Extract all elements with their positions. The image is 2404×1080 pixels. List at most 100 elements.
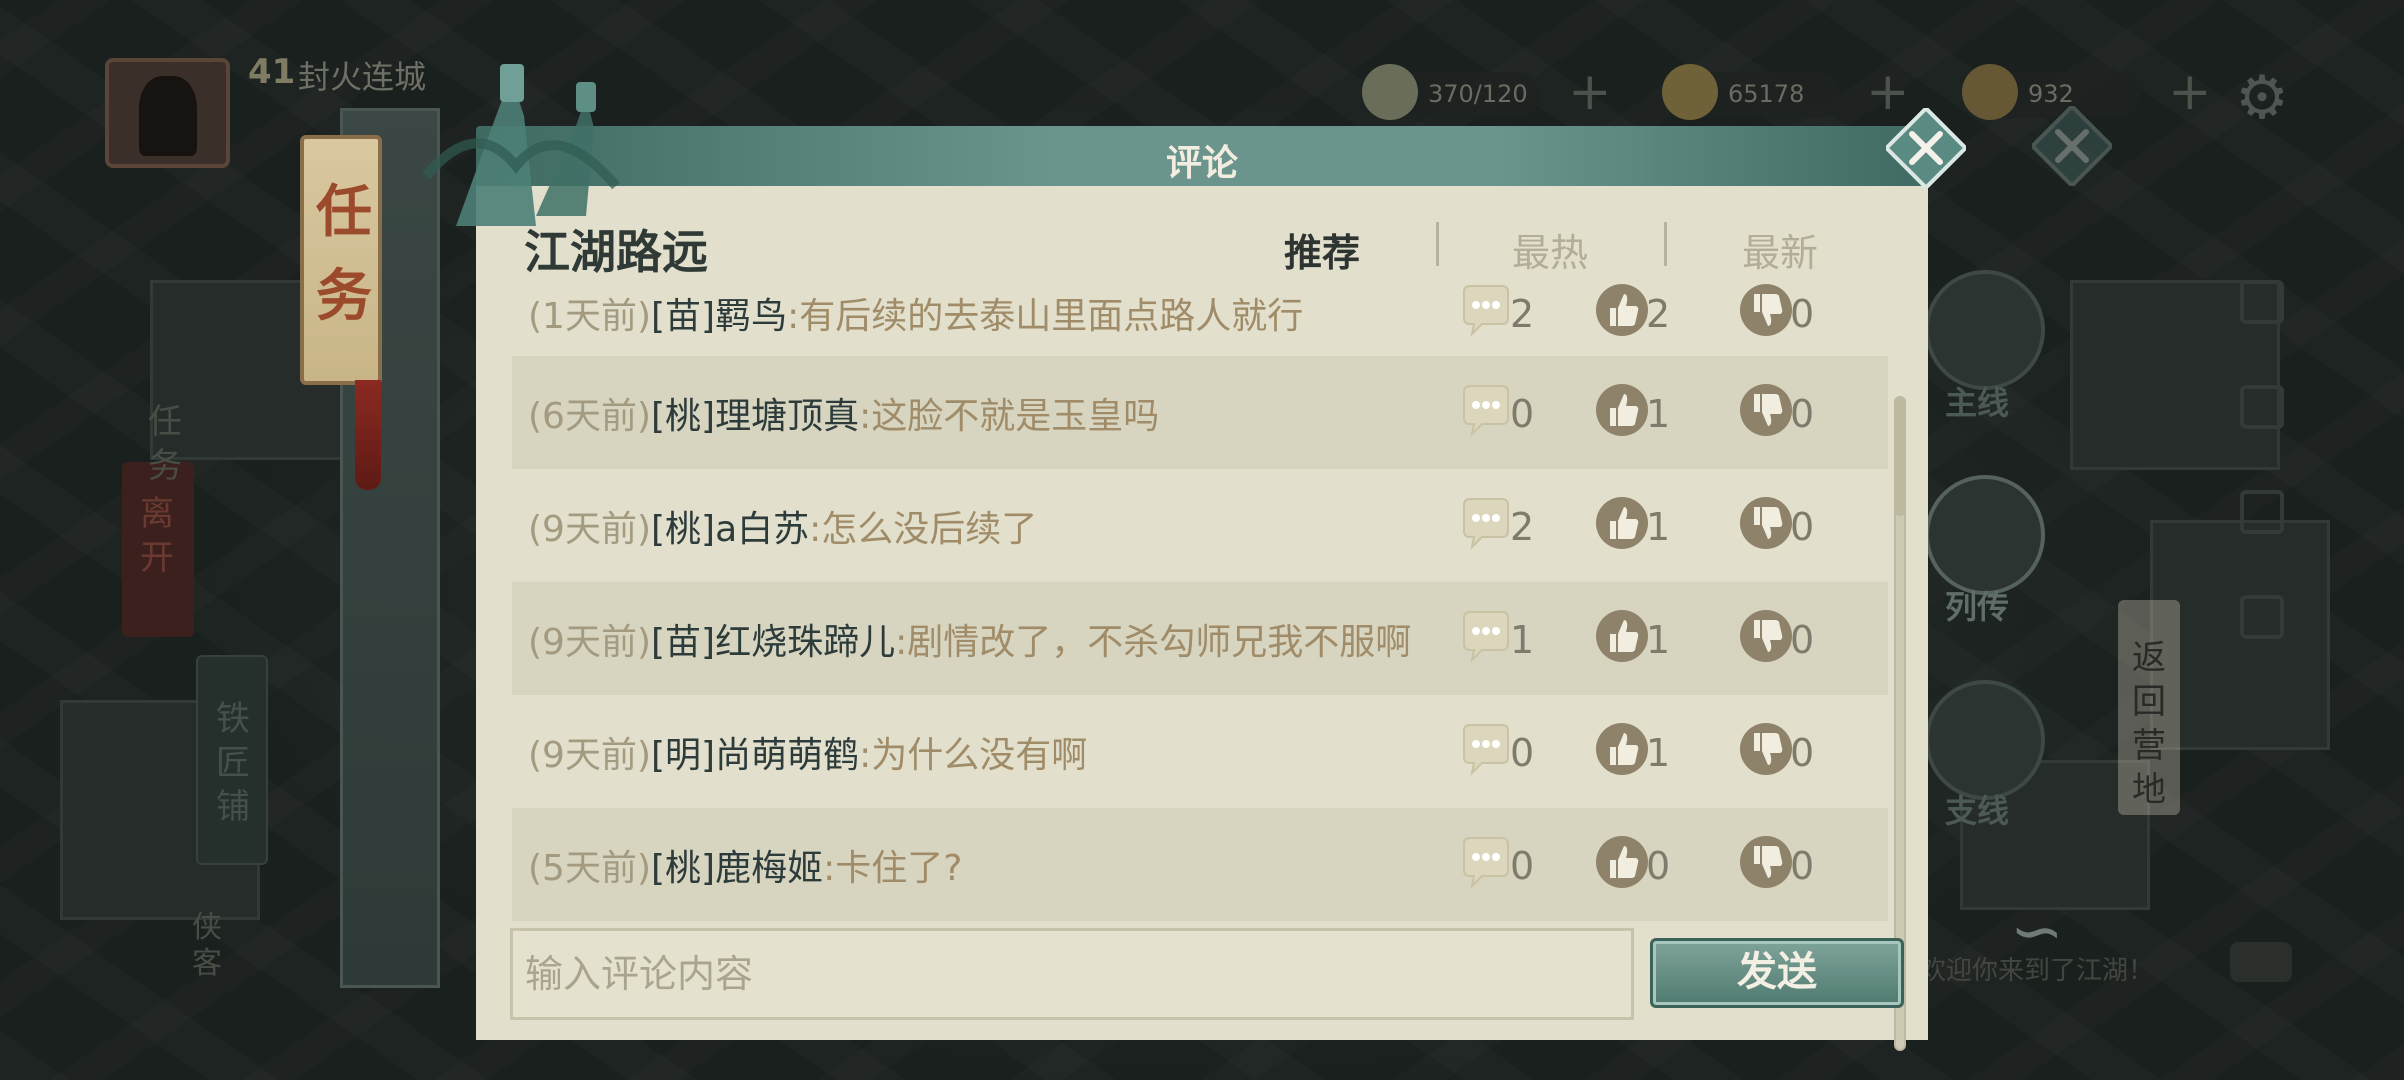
blacksmith-label: 铁匠铺 bbox=[216, 699, 250, 827]
thumbs-up-icon bbox=[1594, 834, 1650, 890]
comment-row[interactable]: (9天前)[桃]a白苏:怎么没后续了 2 1 0 bbox=[512, 469, 1888, 582]
thumbs-down-icon bbox=[1738, 608, 1794, 664]
like-count: 1 bbox=[1646, 618, 1671, 662]
thumbs-down-icon bbox=[1738, 495, 1794, 551]
like-count: 1 bbox=[1646, 392, 1671, 436]
comment-message: :为什么没有啊 bbox=[859, 735, 1088, 776]
comment-text: (6天前)[桃]理塘顶真:这脸不就是玉皇吗 bbox=[528, 387, 1159, 439]
comment-text: (9天前)[苗]红烧珠蹄儿:剧情改了，不杀勾师兄我不服啊 bbox=[528, 613, 1411, 665]
comment-time: (9天前) bbox=[528, 735, 651, 776]
dislike-count: 0 bbox=[1790, 844, 1815, 888]
comment-input[interactable] bbox=[510, 928, 1634, 1020]
player-name: 封火连城 bbox=[298, 58, 427, 96]
like-count: 2 bbox=[1646, 292, 1671, 336]
blacksmith-button[interactable]: 铁匠铺 bbox=[196, 655, 268, 865]
reply-count: 0 bbox=[1510, 844, 1535, 888]
like-count: 1 bbox=[1646, 505, 1671, 549]
resource-coin: 65178 bbox=[1662, 64, 1840, 120]
biography-button[interactable] bbox=[1925, 475, 2045, 595]
comment-time: (5天前) bbox=[528, 848, 651, 889]
reply-count: 0 bbox=[1510, 392, 1535, 436]
comment-user[interactable]: [苗]红烧珠蹄儿 bbox=[651, 622, 895, 663]
hero-label[interactable]: 侠客 bbox=[182, 910, 232, 982]
comment-message: :剧情改了，不杀勾师兄我不服啊 bbox=[895, 622, 1412, 663]
comment-user[interactable]: [明]尚萌萌鹤 bbox=[651, 735, 859, 776]
comment-user[interactable]: [桃]鹿梅姬 bbox=[651, 848, 823, 889]
biography-label: 列传 bbox=[1945, 588, 2010, 626]
thumbs-down-icon bbox=[1738, 382, 1794, 438]
comment-text: (1天前)[苗]羁鸟:有后续的去泰山里面点路人就行 bbox=[528, 287, 1303, 339]
reply-bubble-icon bbox=[1458, 721, 1514, 777]
comment-row[interactable]: (5天前)[桃]鹿梅姬:卡住了? 0 0 0 bbox=[512, 808, 1888, 921]
dialog-title: 评论 bbox=[1165, 143, 1238, 184]
comment-user[interactable]: [苗]羁鸟 bbox=[651, 296, 787, 337]
right-menu-icon[interactable] bbox=[2240, 490, 2284, 534]
comment-row[interactable]: (6天前)[桃]理塘顶真:这脸不就是玉皇吗 0 1 0 bbox=[512, 356, 1888, 469]
player-level: 41 bbox=[248, 52, 296, 92]
like-count: 0 bbox=[1646, 844, 1671, 888]
tassel-decoration bbox=[355, 380, 381, 490]
thumbs-down-icon bbox=[1738, 834, 1794, 890]
reply-bubble-icon bbox=[1458, 834, 1514, 890]
right-menu-icon[interactable] bbox=[2240, 595, 2284, 639]
main-quest-button[interactable] bbox=[1925, 270, 2045, 390]
comment-text: (9天前)[明]尚萌萌鹤:为什么没有啊 bbox=[528, 726, 1087, 778]
return-camp-label: 返回营地 bbox=[2132, 638, 2166, 810]
reply-bubble-icon bbox=[1458, 608, 1514, 664]
close-button[interactable] bbox=[1886, 108, 1966, 188]
coin-icon bbox=[1662, 64, 1718, 120]
thumbs-up-icon bbox=[1594, 382, 1650, 438]
tab-divider bbox=[1436, 222, 1439, 266]
comment-message: :有后续的去泰山里面点路人就行 bbox=[787, 296, 1304, 337]
resource-stamina: 370/120 bbox=[1362, 64, 1540, 120]
comment-message: :卡住了? bbox=[823, 848, 963, 889]
comment-time: (1天前) bbox=[528, 296, 651, 337]
right-menu-icon[interactable] bbox=[2240, 385, 2284, 429]
task-tag-text: 任务 bbox=[316, 180, 372, 329]
reply-count: 2 bbox=[1510, 505, 1535, 549]
dialog-header: 评论 bbox=[476, 126, 1928, 188]
dislike-count: 0 bbox=[1790, 392, 1815, 436]
task-hanging-tag[interactable]: 任务 bbox=[300, 135, 382, 385]
comment-user[interactable]: [桃]a白苏 bbox=[651, 509, 809, 550]
thumbs-up-icon bbox=[1594, 608, 1650, 664]
stamina-icon bbox=[1362, 64, 1418, 120]
resource-stamina-value: 370/120 bbox=[1428, 80, 1528, 108]
leave-button[interactable]: 离开 bbox=[122, 462, 194, 637]
comment-text: (9天前)[桃]a白苏:怎么没后续了 bbox=[528, 500, 1037, 552]
reply-bubble-icon bbox=[1458, 382, 1514, 438]
thumbs-down-icon bbox=[1738, 282, 1794, 338]
thumbs-up-icon bbox=[1594, 495, 1650, 551]
leave-label: 离开 bbox=[140, 494, 174, 578]
reply-bubble-icon bbox=[1458, 282, 1514, 338]
player-avatar[interactable] bbox=[105, 58, 230, 168]
reply-count: 0 bbox=[1510, 731, 1535, 775]
comment-row[interactable]: (1天前)[苗]羁鸟:有后续的去泰山里面点路人就行 2 2 0 bbox=[512, 266, 1888, 369]
dislike-count: 0 bbox=[1790, 618, 1815, 662]
comment-scrollbar-thumb[interactable] bbox=[1894, 396, 1906, 516]
comment-user[interactable]: [桃]理塘顶真 bbox=[651, 396, 859, 437]
reply-count: 1 bbox=[1510, 618, 1535, 662]
dislike-count: 0 bbox=[1790, 292, 1815, 336]
comment-row[interactable]: (9天前)[苗]红烧珠蹄儿:剧情改了，不杀勾师兄我不服啊 1 1 0 bbox=[512, 582, 1888, 695]
dislike-count: 0 bbox=[1790, 505, 1815, 549]
right-menu-icon[interactable] bbox=[2240, 280, 2284, 324]
comment-row[interactable]: (9天前)[明]尚萌萌鹤:为什么没有啊 0 1 0 bbox=[512, 695, 1888, 808]
send-button[interactable]: 发送 bbox=[1650, 938, 1904, 1008]
like-count: 1 bbox=[1646, 731, 1671, 775]
settings-gear-icon[interactable]: ⚙ bbox=[2226, 62, 2298, 134]
resource-coin-value: 65178 bbox=[1728, 80, 1805, 108]
comment-message: :怎么没后续了 bbox=[809, 509, 1038, 550]
thumbs-down-icon bbox=[1738, 721, 1794, 777]
chat-preview-text: 欢迎你来到了江湖！ bbox=[1920, 956, 2155, 986]
chat-icon[interactable] bbox=[2230, 942, 2292, 982]
side-quest-label: 支线 bbox=[1945, 792, 2010, 830]
side-quest-button[interactable] bbox=[1925, 680, 2045, 800]
comment-dialog: 评论 江湖路远 推荐 最热 最新 (1天前)[苗]羁鸟:有后续的去泰山里面点路人… bbox=[422, 64, 2112, 1051]
add-ingot-button[interactable]: + bbox=[2168, 62, 2212, 122]
add-stamina-button[interactable]: + bbox=[1568, 62, 1612, 122]
tab-divider bbox=[1664, 222, 1667, 266]
comment-time: (9天前) bbox=[528, 622, 651, 663]
reply-count: 2 bbox=[1510, 292, 1535, 336]
task-label[interactable]: 任务 bbox=[140, 400, 190, 488]
